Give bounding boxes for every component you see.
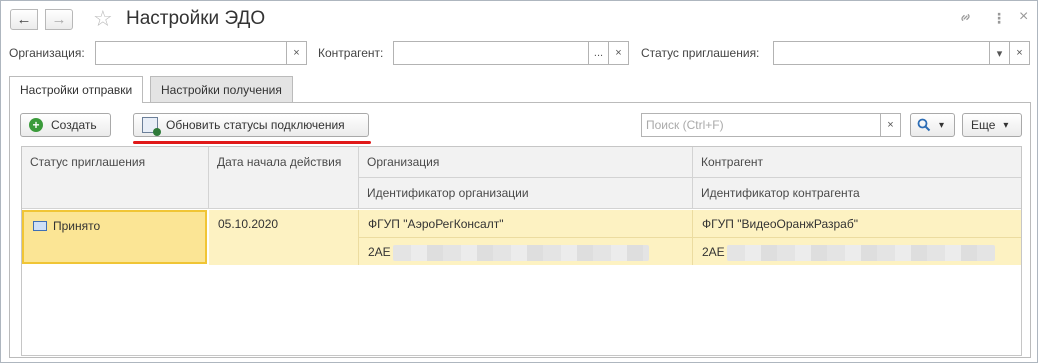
update-button-label: Обновить статусы подключения [166, 118, 345, 132]
refresh-status-icon [142, 117, 161, 136]
invitation-status-filter-label: Статус приглашения: [641, 46, 760, 60]
cell-start-date[interactable]: 05.10.2020 [209, 210, 359, 265]
organization-filter-label: Организация: [9, 46, 85, 60]
clear-icon: × [615, 47, 622, 59]
create-button[interactable]: + Создать [20, 113, 111, 137]
chevron-down-icon: ▾ [939, 119, 945, 131]
invitation-status-clear-button[interactable]: × [1010, 41, 1030, 65]
settings-window: ← → ☆ Настройки ЭДО ⋮ × Организация: × К… [0, 0, 1038, 363]
status-text: Принято [53, 219, 101, 233]
dots-icon: ... [593, 47, 604, 59]
organization-filter-field[interactable] [95, 41, 287, 65]
create-button-label: Создать [51, 118, 97, 132]
invitation-status-filter-field[interactable] [773, 41, 990, 65]
column-header-counterparty[interactable]: Контрагент [693, 147, 1021, 178]
more-vertical-icon[interactable]: ⋮ [992, 10, 1006, 27]
column-header-organization-id[interactable]: Идентификатор организации [359, 178, 693, 209]
column-header-start-date[interactable]: Дата начала действия [209, 147, 359, 209]
tab-label: Настройки отправки [20, 83, 133, 97]
counterparty-filter-input[interactable] [394, 42, 588, 64]
chevron-down-icon: ▾ [996, 47, 1003, 60]
invitation-status-filter-input[interactable] [774, 42, 989, 64]
search-input[interactable] [642, 114, 880, 136]
cell-organization-id[interactable]: 2AE [359, 238, 693, 265]
title-bar: ← → ☆ Настройки ЭДО ⋮ × [1, 1, 1037, 37]
settings-table: Статус приглашения Дата начала действия … [21, 146, 1022, 356]
cell-counterparty[interactable]: ФГУП "ВидеоОранжРазраб" [693, 210, 1021, 238]
redacted-area [392, 245, 649, 261]
forward-button[interactable]: → [45, 9, 73, 30]
search-field[interactable] [641, 113, 881, 137]
invitation-status-dropdown-button[interactable]: ▾ [990, 41, 1010, 65]
search-icon [917, 118, 931, 132]
chevron-down-icon: ▾ [1003, 119, 1009, 131]
counterparty-filter-label: Контрагент: [318, 46, 384, 60]
counterparty-filter-field[interactable] [393, 41, 589, 65]
tab-receiving-settings[interactable]: Настройки получения [150, 76, 293, 102]
counterparty-clear-button[interactable]: × [609, 41, 629, 65]
clear-icon: × [293, 47, 300, 59]
counterparty-id-text: 2AE [702, 245, 725, 260]
update-connection-statuses-button[interactable]: Обновить статусы подключения [133, 113, 369, 137]
search-button[interactable]: ▾ [910, 113, 955, 137]
page-title: Настройки ЭДО [126, 8, 266, 29]
organization-id-text: 2AE [368, 245, 391, 260]
organization-clear-button[interactable]: × [287, 41, 307, 65]
column-header-counterparty-id[interactable]: Идентификатор контрагента [693, 178, 1021, 209]
clear-icon: × [1016, 47, 1023, 59]
search-clear-button[interactable]: × [881, 113, 901, 137]
cell-counterparty-id[interactable]: 2AE [693, 238, 1021, 265]
back-button[interactable]: ← [10, 9, 38, 30]
column-header-organization[interactable]: Организация [359, 147, 693, 178]
plus-circle-icon: + [29, 118, 43, 132]
organization-filter-input[interactable] [96, 42, 286, 64]
tab-label: Настройки получения [161, 82, 282, 97]
cell-status[interactable]: Принято [22, 210, 207, 264]
tab-sending-settings[interactable]: Настройки отправки [9, 76, 144, 103]
star-icon[interactable]: ☆ [93, 6, 113, 32]
arrow-left-icon: ← [16, 11, 32, 28]
more-button-label: Еще [971, 118, 996, 132]
column-header-status[interactable]: Статус приглашения [22, 147, 209, 209]
link-icon[interactable] [958, 10, 973, 28]
clear-icon: × [887, 119, 894, 131]
arrow-right-icon: → [51, 11, 67, 28]
cell-organization[interactable]: ФГУП "АэроРегКонсалт" [359, 210, 693, 238]
counterparty-select-button[interactable]: ... [589, 41, 609, 65]
more-button[interactable]: Еще ▾ [962, 113, 1022, 137]
status-icon [33, 221, 47, 231]
close-icon[interactable]: × [1019, 8, 1028, 26]
highlight-underline [133, 141, 371, 144]
redacted-area [726, 245, 995, 261]
